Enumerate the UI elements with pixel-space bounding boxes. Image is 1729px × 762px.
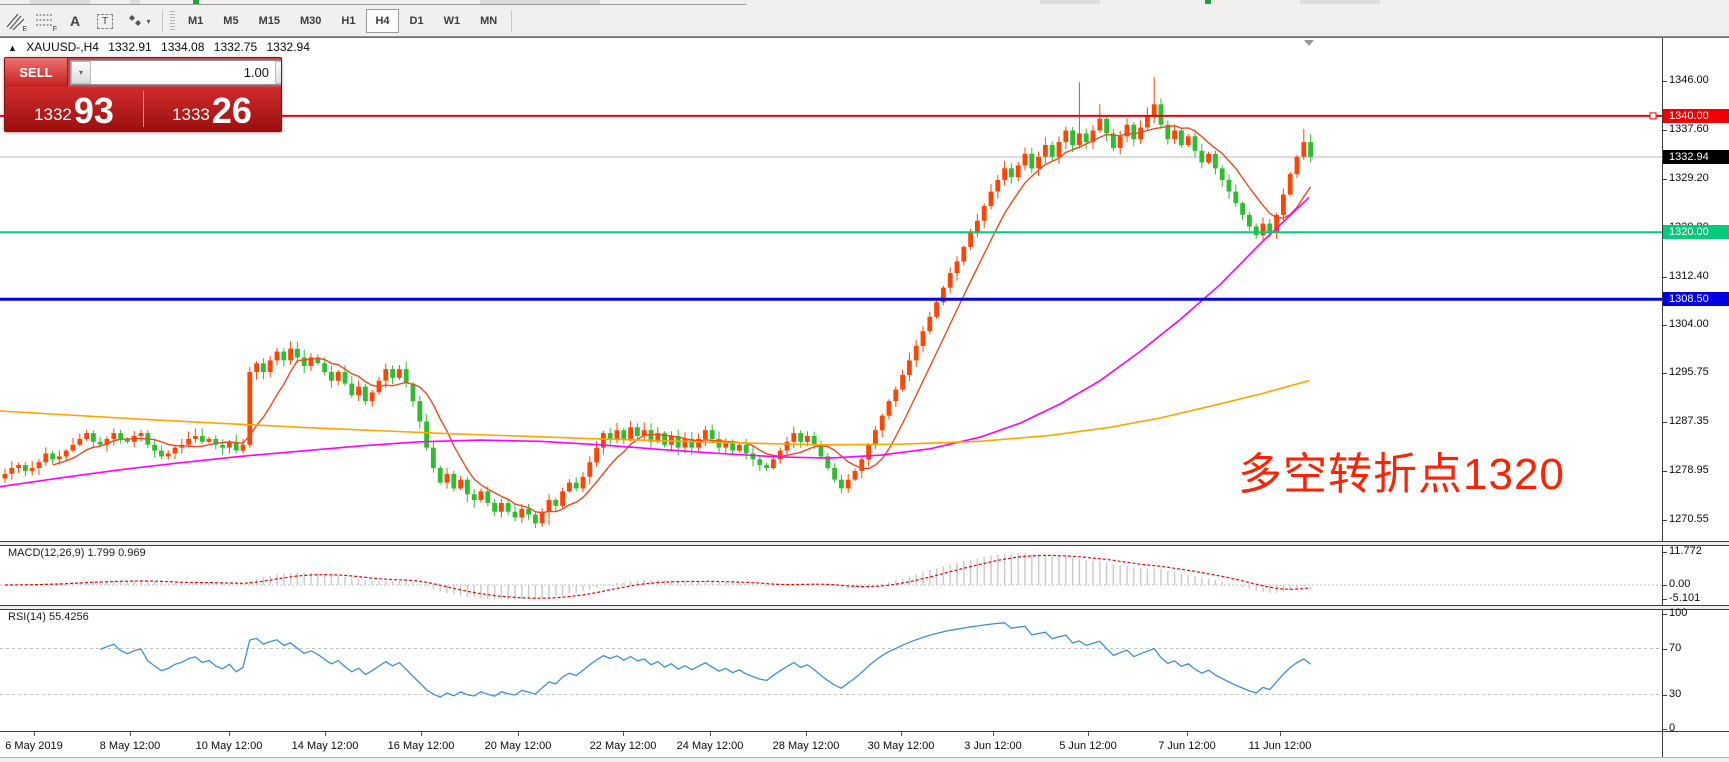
ask-price[interactable]: 1333 26 [143, 87, 281, 131]
ma-line-fast [53, 126, 1311, 513]
time-tick-label: 7 Jun 12:00 [1158, 740, 1216, 752]
rsi-tick: 100 [1669, 607, 1687, 619]
time-tick-label: 24 May 12:00 [677, 740, 744, 752]
macd-indicator-label: MACD(12,26,9) 1.799 0.969 [8, 547, 146, 559]
volume-spinner: ▾ ▴ [70, 60, 282, 85]
price-tick: 1287.35 [1669, 415, 1709, 427]
ohlc-open: 1332.91 [108, 40, 151, 54]
price-tick: 1304.00 [1669, 318, 1709, 330]
ohlc-close: 1332.94 [267, 40, 310, 54]
price-tick: 1278.95 [1669, 464, 1709, 476]
time-tick-label: 5 Jun 12:00 [1059, 740, 1117, 752]
time-tick-label: 20 May 12:00 [485, 740, 552, 752]
time-tick-label: 30 May 12:00 [868, 740, 935, 752]
rsi-indicator-label: RSI(14) 55.4256 [8, 611, 89, 623]
macd-tick: 11.772 [1669, 545, 1702, 557]
rsi-tick: 70 [1669, 642, 1681, 654]
ohlc-header: ▲ XAUUSD-,H4 1332.91 1334.08 1332.75 133… [8, 40, 316, 54]
macd-tick: 0.00 [1669, 578, 1690, 590]
time-tick-label: 14 May 12:00 [292, 740, 359, 752]
rsi-line [100, 623, 1310, 697]
volume-input[interactable] [91, 61, 275, 84]
text-annotation[interactable]: 多空转折点1320 [1238, 438, 1565, 502]
price-badge-1320.00: 1320.00 [1663, 225, 1729, 239]
rsi-tick: 30 [1669, 688, 1681, 700]
volume-increase-button[interactable]: ▴ [275, 61, 282, 84]
hline-handle [1650, 113, 1656, 119]
price-tick: 1270.55 [1669, 513, 1709, 525]
time-tick-label: 22 May 12:00 [590, 740, 657, 752]
price-tick: 1312.40 [1669, 270, 1709, 282]
time-tick-label: 8 May 12:00 [100, 740, 161, 752]
ma-line-ma-mid [0, 197, 1309, 486]
one-click-trading-panel: SELL ▾ ▴ BUY 1332 93 1333 26 [4, 57, 282, 132]
price-badge-1332.94: 1332.94 [1663, 150, 1729, 164]
price-tick: 1337.60 [1669, 123, 1709, 135]
rsi-tick: 0 [1669, 722, 1675, 734]
ohlc-low: 1332.75 [214, 40, 257, 54]
macd-signal-line [5, 556, 1311, 599]
ohlc-high: 1334.08 [161, 40, 204, 54]
bid-price[interactable]: 1332 93 [5, 87, 143, 131]
time-tick-label: 28 May 12:00 [773, 740, 840, 752]
price-badge-1340.00: 1340.00 [1663, 109, 1729, 123]
time-tick-label: 6 May 2019 [5, 740, 62, 752]
bid-ask-display: 1332 93 1333 26 [5, 87, 281, 131]
price-tick: 1295.75 [1669, 366, 1709, 378]
time-tick-label: 11 Jun 12:00 [1249, 740, 1312, 752]
collapse-chart-icon[interactable]: ▲ [8, 43, 17, 53]
price-tick: 1346.00 [1669, 74, 1709, 86]
time-tick-label: 3 Jun 12:00 [964, 740, 1022, 752]
macd-tick: -5.101 [1669, 592, 1700, 604]
status-strip [0, 757, 1729, 762]
symbol-title: XAUUSD-,H4 [26, 40, 99, 54]
price-badge-1308.50: 1308.50 [1663, 292, 1729, 306]
time-tick-label: 10 May 12:00 [196, 740, 263, 752]
price-tick: 1329.20 [1669, 172, 1709, 184]
mt4-application: E F A T ▾ M1M5M15M30H1H4D1W1MN ▲ XA [0, 0, 1729, 761]
time-tick-label: 16 May 12:00 [388, 740, 455, 752]
chart-shift-marker[interactable] [1304, 40, 1314, 46]
sell-button[interactable]: SELL [5, 58, 68, 87]
volume-decrease-button[interactable]: ▾ [71, 61, 91, 84]
